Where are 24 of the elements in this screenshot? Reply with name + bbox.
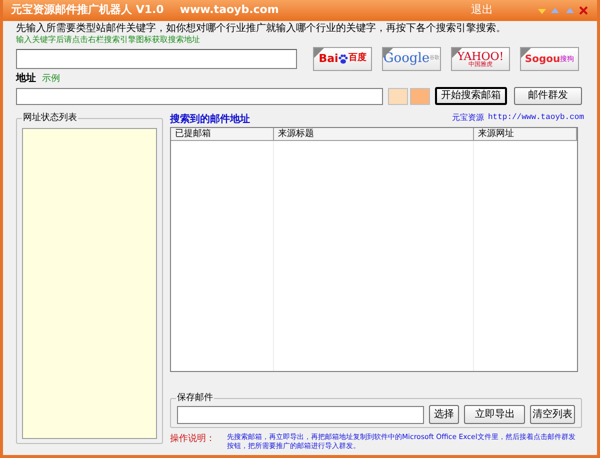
website-url: www.taoyb.com bbox=[180, 2, 279, 18]
save-action-button[interactable]: 选择 bbox=[429, 405, 460, 424]
address-field[interactable] bbox=[16, 88, 383, 104]
column-header[interactable]: 来源标题 bbox=[274, 128, 474, 140]
paw-icon bbox=[338, 54, 348, 64]
results-title: 搜索到的邮件地址 bbox=[170, 114, 250, 126]
example-link[interactable]: 示例 bbox=[42, 73, 60, 85]
credit-text: 元宝资源 bbox=[452, 113, 484, 123]
window-title: 元宝资源邮件推广机器人 V1.0 bbox=[11, 2, 164, 18]
window-controls-icon[interactable] bbox=[537, 6, 589, 16]
save-action-button[interactable]: 清空列表 bbox=[530, 405, 575, 424]
save-path-field[interactable] bbox=[177, 406, 424, 424]
hint-text: 输入关键字后请点击右栏搜索引擎图标获取搜索地址 bbox=[16, 35, 201, 45]
column-header[interactable]: 已提邮箱 bbox=[171, 128, 274, 140]
search-engine-button[interactable]: Bai 百度 bbox=[313, 47, 372, 71]
mass-mail-button[interactable]: 邮件群发 bbox=[514, 87, 582, 105]
column-header[interactable]: 来源网址 bbox=[474, 128, 577, 140]
address-label: 地址 bbox=[16, 73, 36, 85]
save-action-button[interactable]: 立即导出 bbox=[464, 405, 526, 424]
instructions-label: 操作说明： bbox=[170, 433, 215, 446]
keyword-field[interactable] bbox=[16, 49, 297, 69]
start-search-button[interactable]: 开始搜索邮箱 bbox=[435, 87, 507, 105]
credit-link[interactable]: http://www.taoyb.com bbox=[488, 113, 584, 123]
intro-text: 先输入所需要类型站邮件关键字，如你想对哪个行业推广就输入哪个行业的关键字，再按下各个搜索引擎搜索。 bbox=[16, 23, 507, 35]
